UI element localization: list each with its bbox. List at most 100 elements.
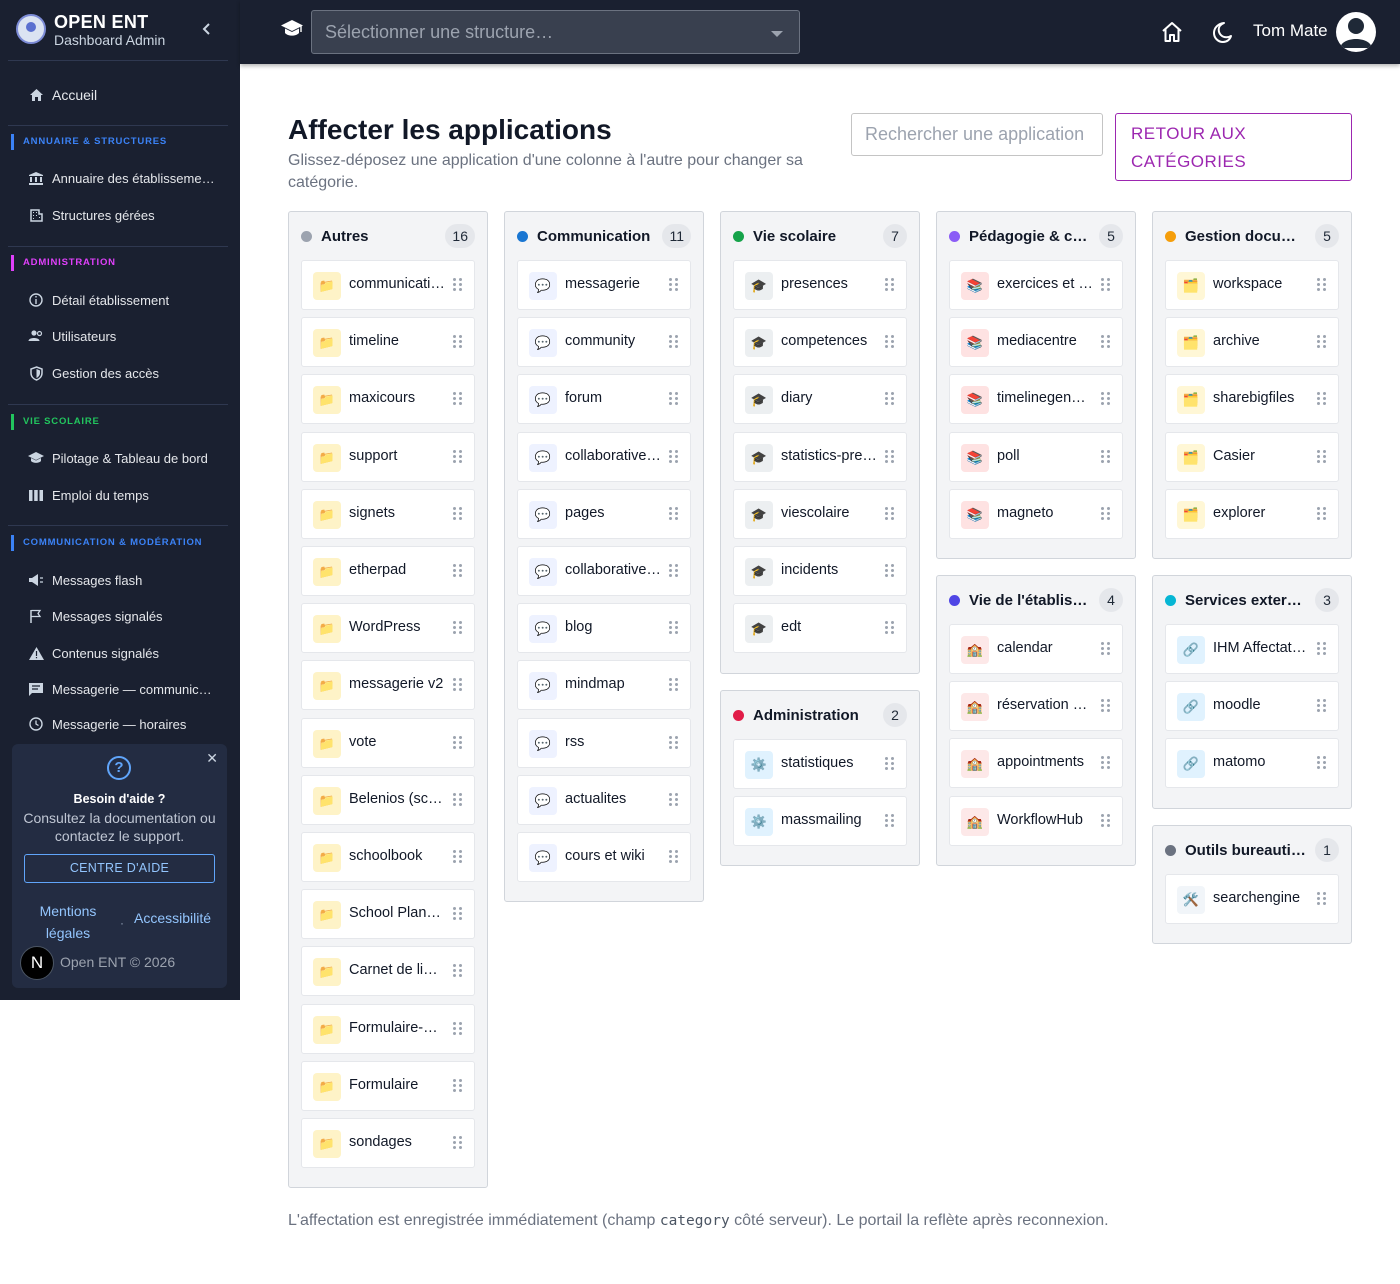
app-card[interactable]: 🗂️ Casier bbox=[1165, 432, 1339, 482]
sidebar-item-accueil[interactable]: Accueil bbox=[28, 83, 97, 107]
home-icon[interactable] bbox=[1160, 20, 1184, 44]
sidebar-item-messagerie-horaires[interactable]: Messagerie — horaires bbox=[28, 714, 186, 734]
drag-handle-icon[interactable] bbox=[1317, 507, 1327, 521]
app-card[interactable]: ⚙️ massmailing bbox=[733, 796, 907, 846]
sidebar-item-messages-signales[interactable]: Messages signalés bbox=[28, 604, 163, 628]
app-card[interactable]: 🗂️ archive bbox=[1165, 317, 1339, 367]
app-card[interactable]: 🔗 IHM Affectation bbox=[1165, 624, 1339, 674]
collapse-sidebar-icon[interactable] bbox=[198, 18, 216, 40]
drag-handle-icon[interactable] bbox=[1317, 642, 1327, 656]
app-card[interactable]: 💬 collaborativewall bbox=[517, 432, 691, 482]
drag-handle-icon[interactable] bbox=[453, 278, 463, 292]
app-card[interactable]: 💬 messagerie bbox=[517, 260, 691, 310]
sidebar-item-pilotage[interactable]: Pilotage & Tableau de bord bbox=[28, 446, 208, 470]
sidebar-item-acces[interactable]: Gestion des accès bbox=[28, 361, 159, 385]
drag-handle-icon[interactable] bbox=[885, 564, 895, 578]
app-card[interactable]: 💬 cours et wiki bbox=[517, 832, 691, 882]
app-card[interactable]: 💬 pages bbox=[517, 489, 691, 539]
drag-handle-icon[interactable] bbox=[669, 793, 679, 807]
app-card[interactable]: 📁 Carnet de liaison bbox=[301, 946, 475, 996]
drag-handle-icon[interactable] bbox=[1317, 892, 1327, 906]
app-card[interactable]: 🎓 diary bbox=[733, 374, 907, 424]
app-card[interactable]: 🔗 moodle bbox=[1165, 681, 1339, 731]
accessibility-link[interactable]: Accessibilité bbox=[134, 910, 211, 926]
category-column[interactable]: Services externes 3 🔗 IHM Affectation 🔗 moodl… bbox=[1152, 575, 1352, 809]
app-card[interactable]: 📁 communication bbox=[301, 260, 475, 310]
drag-handle-icon[interactable] bbox=[453, 736, 463, 750]
app-card[interactable]: 🎓 presences bbox=[733, 260, 907, 310]
drag-handle-icon[interactable] bbox=[1317, 699, 1327, 713]
app-card[interactable]: 📚 magneto bbox=[949, 489, 1123, 539]
user-name[interactable]: Tom Mate bbox=[1253, 21, 1328, 41]
sidebar-item-annuaire[interactable]: Annuaire des établissements bbox=[28, 166, 217, 190]
drag-handle-icon[interactable] bbox=[453, 678, 463, 692]
app-card[interactable]: ⚙️ statistiques bbox=[733, 739, 907, 789]
app-card[interactable]: 💬 rss bbox=[517, 718, 691, 768]
drag-handle-icon[interactable] bbox=[885, 507, 895, 521]
app-card[interactable]: 💬 forum bbox=[517, 374, 691, 424]
legal-link[interactable]: Mentions légales bbox=[36, 900, 100, 944]
category-column[interactable]: Administration 2 ⚙️ statistiques ⚙️ massmaili… bbox=[720, 690, 920, 866]
drag-handle-icon[interactable] bbox=[885, 392, 895, 406]
app-card[interactable]: 📁 sondages bbox=[301, 1118, 475, 1168]
app-card[interactable]: 📚 poll bbox=[949, 432, 1123, 482]
app-card[interactable]: 🎓 statistics-presences bbox=[733, 432, 907, 482]
drag-handle-icon[interactable] bbox=[669, 392, 679, 406]
drag-handle-icon[interactable] bbox=[1101, 507, 1111, 521]
drag-handle-icon[interactable] bbox=[453, 450, 463, 464]
app-card[interactable]: 📁 etherpad bbox=[301, 546, 475, 596]
app-card[interactable]: 🛠️ searchengine bbox=[1165, 874, 1339, 924]
drag-handle-icon[interactable] bbox=[1101, 278, 1111, 292]
app-card[interactable]: 🏫 appointments bbox=[949, 738, 1123, 788]
app-card[interactable]: 📁 timeline bbox=[301, 317, 475, 367]
sidebar-item-utilisateurs[interactable]: Utilisateurs bbox=[28, 324, 116, 348]
app-card[interactable]: 🎓 incidents bbox=[733, 546, 907, 596]
drag-handle-icon[interactable] bbox=[885, 757, 895, 771]
sidebar-item-contenus-signales[interactable]: Contenus signalés bbox=[28, 641, 159, 665]
app-card[interactable]: 📁 Formulaire bbox=[301, 1061, 475, 1111]
drag-handle-icon[interactable] bbox=[885, 278, 895, 292]
drag-handle-icon[interactable] bbox=[1317, 278, 1327, 292]
drag-handle-icon[interactable] bbox=[669, 850, 679, 864]
category-column[interactable]: Gestion documentaire 5 🗂️ workspace 🗂️ archiv… bbox=[1152, 211, 1352, 559]
drag-handle-icon[interactable] bbox=[453, 907, 463, 921]
category-column[interactable]: Vie scolaire 7 🎓 presences 🎓 competences 🎓 diar… bbox=[720, 211, 920, 674]
drag-handle-icon[interactable] bbox=[885, 621, 895, 635]
drag-handle-icon[interactable] bbox=[453, 507, 463, 521]
app-card[interactable]: 💬 mindmap bbox=[517, 660, 691, 710]
dark-mode-icon[interactable] bbox=[1210, 20, 1234, 44]
drag-handle-icon[interactable] bbox=[453, 621, 463, 635]
app-card[interactable]: 🏫 réservation de ressources bbox=[949, 681, 1123, 731]
app-card[interactable]: 🗂️ explorer bbox=[1165, 489, 1339, 539]
app-card[interactable]: 📚 timelinegenerator bbox=[949, 374, 1123, 424]
app-card[interactable]: 📁 support bbox=[301, 432, 475, 482]
back-to-categories-button[interactable]: RETOUR AUX CATÉGORIES bbox=[1115, 113, 1352, 181]
app-card[interactable]: 📁 schoolbook bbox=[301, 832, 475, 882]
app-card[interactable]: 💬 actualites bbox=[517, 775, 691, 825]
drag-handle-icon[interactable] bbox=[453, 850, 463, 864]
drag-handle-icon[interactable] bbox=[1317, 335, 1327, 349]
drag-handle-icon[interactable] bbox=[453, 1079, 463, 1093]
app-card[interactable]: 📚 mediacentre bbox=[949, 317, 1123, 367]
drag-handle-icon[interactable] bbox=[1317, 756, 1327, 770]
drag-handle-icon[interactable] bbox=[669, 278, 679, 292]
drag-handle-icon[interactable] bbox=[669, 450, 679, 464]
drag-handle-icon[interactable] bbox=[1317, 392, 1327, 406]
drag-handle-icon[interactable] bbox=[885, 814, 895, 828]
sidebar-item-messagerie-communication[interactable]: Messagerie — communication bbox=[28, 677, 217, 701]
app-card[interactable]: 🗂️ sharebigfiles bbox=[1165, 374, 1339, 424]
app-card[interactable]: 💬 collaborativeeditor bbox=[517, 546, 691, 596]
drag-handle-icon[interactable] bbox=[885, 450, 895, 464]
drag-handle-icon[interactable] bbox=[1101, 699, 1111, 713]
app-card[interactable]: 📁 Belenios (scrutin) bbox=[301, 775, 475, 825]
drag-handle-icon[interactable] bbox=[1101, 642, 1111, 656]
drag-handle-icon[interactable] bbox=[1101, 392, 1111, 406]
app-card[interactable]: 💬 blog bbox=[517, 603, 691, 653]
app-card[interactable]: 💬 community bbox=[517, 317, 691, 367]
drag-handle-icon[interactable] bbox=[669, 507, 679, 521]
app-card[interactable]: 🏫 calendar bbox=[949, 624, 1123, 674]
app-card[interactable]: 📁 Formulaire-Réponse bbox=[301, 1004, 475, 1054]
app-card[interactable]: 📁 maxicours bbox=[301, 374, 475, 424]
category-column[interactable]: Vie de l'établissement 4 🏫 calendar 🏫 réserva… bbox=[936, 575, 1136, 866]
drag-handle-icon[interactable] bbox=[1101, 756, 1111, 770]
